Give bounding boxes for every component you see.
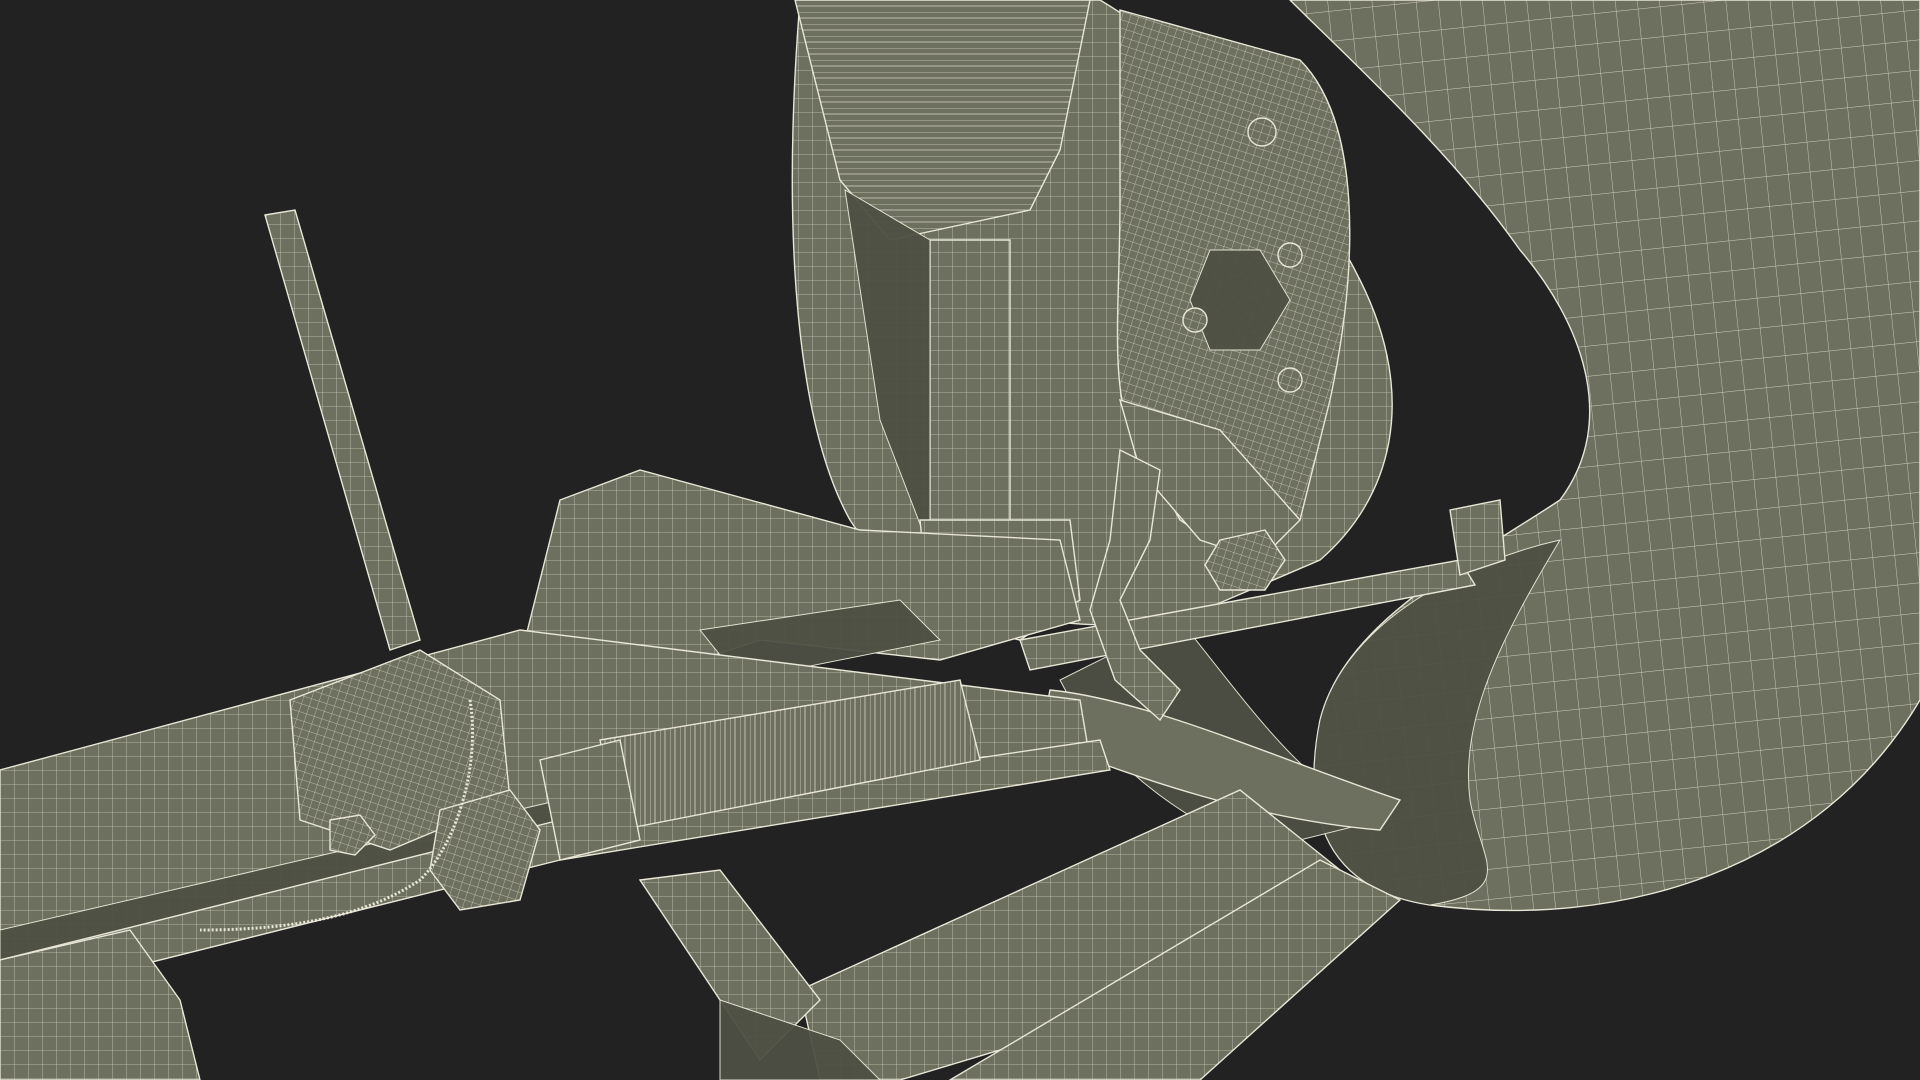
steering-shaft xyxy=(264,209,421,651)
wireframe-render xyxy=(0,0,1920,1080)
3d-viewport[interactable] xyxy=(0,0,1920,1080)
lower-control-arm xyxy=(638,789,1402,1080)
